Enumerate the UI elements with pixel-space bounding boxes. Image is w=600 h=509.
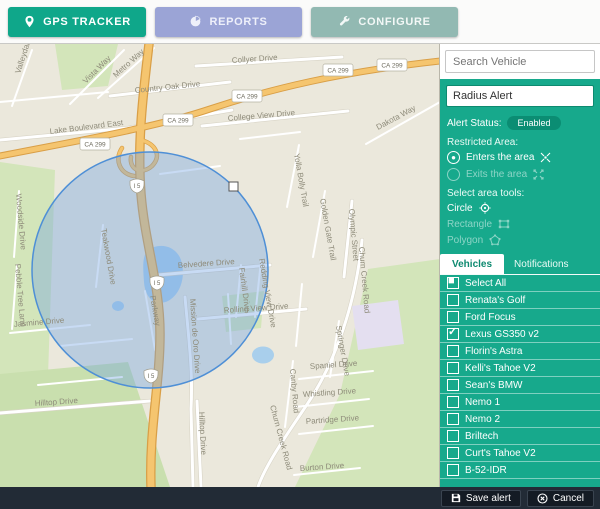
configure-button[interactable]: CONFIGURE: [311, 7, 458, 37]
vehicle-row[interactable]: Briltech: [440, 428, 600, 445]
alert-status-badge[interactable]: Enabled: [507, 116, 560, 130]
alert-panel: Alert Status: Enabled Restricted Area: ●…: [440, 79, 600, 487]
vehicle-row[interactable]: Nemo 1: [440, 394, 600, 411]
rectangle-tool-label: Rectangle: [447, 219, 492, 230]
enters-area-option[interactable]: ● Enters the area: [440, 149, 600, 166]
save-alert-label: Save alert: [466, 493, 511, 504]
tab-vehicles[interactable]: Vehicles: [440, 254, 504, 274]
vehicle-checkbox[interactable]: [447, 396, 459, 408]
vehicle-row[interactable]: Ford Focus: [440, 309, 600, 326]
alert-status-label: Alert Status:: [447, 118, 501, 129]
circle-tool-icon: [479, 202, 491, 214]
vehicle-row[interactable]: ✓ Lexus GS350 v2: [440, 326, 600, 343]
i5-shield: I 5: [148, 374, 155, 380]
circle-resize-handle[interactable]: [229, 182, 238, 191]
map-canvas[interactable]: Valleydale Drive Vista Way Metro Way Cou…: [0, 44, 440, 487]
map-commercial-zone: [352, 300, 404, 350]
configure-wrench-icon: [338, 15, 351, 28]
cancel-label: Cancel: [553, 493, 584, 504]
i5-shield: I 5: [154, 281, 161, 287]
vehicle-row[interactable]: Florin's Astra: [440, 343, 600, 360]
vehicle-name: Ford Focus: [465, 312, 516, 323]
vehicle-checkbox[interactable]: [447, 379, 459, 391]
ca299-shield: CA 299: [84, 142, 106, 149]
vehicle-checkbox[interactable]: [447, 447, 459, 459]
vehicle-name: Curt's Tahoe V2: [465, 448, 536, 459]
vehicle-row[interactable]: Sean's BMW: [440, 377, 600, 394]
vehicle-name: Briltech: [465, 431, 498, 442]
vehicle-name: Sean's BMW: [465, 380, 522, 391]
enters-area-radio[interactable]: ●: [447, 151, 460, 164]
ca299-shield: CA 299: [381, 63, 403, 70]
vehicle-checkbox[interactable]: [447, 311, 459, 323]
sidebar-tabs: Vehicles Notifications: [440, 254, 600, 275]
vehicle-checkbox[interactable]: [447, 294, 459, 306]
vehicle-checkbox[interactable]: [447, 345, 459, 357]
vehicle-list: ■ Select All Renata's Golf Ford Focus ✓ …: [440, 275, 600, 479]
exits-area-option[interactable]: Exits the area: [440, 166, 600, 183]
ca299-shield: CA 299: [327, 68, 349, 75]
vehicle-checkbox[interactable]: [447, 413, 459, 425]
vehicle-row[interactable]: Nemo 2: [440, 411, 600, 428]
polygon-tool-icon: [489, 234, 501, 246]
gps-tracker-app: GPS TRACKER REPORTS CONFIGURE: [0, 0, 600, 509]
vehicle-row[interactable]: Kelli's Tahoe V2: [440, 360, 600, 377]
footer-bar: Save alert Cancel: [0, 487, 600, 509]
map-svg: Valleydale Drive Vista Way Metro Way Cou…: [0, 44, 440, 487]
vehicle-name: Renata's Golf: [465, 295, 525, 306]
cancel-button[interactable]: Cancel: [527, 490, 594, 507]
vehicle-checkbox[interactable]: ✓: [447, 328, 459, 340]
select-all-row[interactable]: ■ Select All: [440, 275, 600, 292]
vehicle-name: Kelli's Tahoe V2: [465, 363, 536, 374]
exits-area-label: Exits the area: [466, 169, 527, 180]
select-all-checkbox[interactable]: ■: [447, 277, 459, 289]
gps-pin-icon: [23, 15, 36, 28]
vehicle-name: Florin's Astra: [465, 346, 522, 357]
ca299-shield: CA 299: [167, 118, 189, 125]
tab-notifications[interactable]: Notifications: [504, 254, 578, 274]
save-icon: [451, 493, 461, 503]
alert-name-input[interactable]: [446, 85, 594, 107]
select-all-label: Select All: [465, 278, 506, 289]
vehicle-name: Lexus GS350 v2: [465, 329, 539, 340]
exits-area-radio[interactable]: [447, 168, 460, 181]
reports-label: REPORTS: [209, 16, 267, 28]
polygon-tool[interactable]: Polygon: [440, 232, 600, 248]
vehicle-checkbox[interactable]: [447, 430, 459, 442]
vehicle-checkbox[interactable]: [447, 464, 459, 476]
circle-tool-label: Circle: [447, 203, 473, 214]
vehicle-row[interactable]: Curt's Tahoe V2: [440, 445, 600, 462]
vehicle-name: B-52-IDR: [465, 465, 507, 476]
exit-area-icon: [533, 169, 544, 180]
search-input[interactable]: [445, 50, 595, 73]
rectangle-tool[interactable]: Rectangle: [440, 216, 600, 232]
sidebar: Alert Status: Enabled Restricted Area: ●…: [440, 44, 600, 487]
gps-tracker-button[interactable]: GPS TRACKER: [8, 7, 146, 37]
restricted-area-label: Restricted Area:: [440, 132, 600, 149]
configure-label: CONFIGURE: [358, 16, 430, 28]
ca299-shield: CA 299: [236, 94, 258, 101]
cancel-icon: [537, 493, 548, 504]
top-toolbar: GPS TRACKER REPORTS CONFIGURE: [0, 0, 600, 44]
i5-shield: I 5: [134, 184, 141, 190]
reports-icon: [189, 15, 202, 28]
vehicle-name: Nemo 1: [465, 397, 500, 408]
alert-status-row: Alert Status: Enabled: [440, 113, 600, 132]
gps-tracker-label: GPS TRACKER: [43, 16, 131, 28]
enters-area-label: Enters the area: [466, 152, 534, 163]
vehicle-checkbox[interactable]: [447, 362, 459, 374]
vehicle-name: Nemo 2: [465, 414, 500, 425]
search-area: [440, 44, 600, 78]
polygon-tool-label: Polygon: [447, 235, 483, 246]
save-alert-button[interactable]: Save alert: [441, 490, 521, 507]
circle-tool[interactable]: Circle: [440, 200, 600, 216]
rectangle-tool-icon: [498, 218, 510, 230]
vehicle-row[interactable]: B-52-IDR: [440, 462, 600, 479]
area-tools-label: Select area tools:: [440, 183, 600, 200]
enter-area-icon: [540, 152, 551, 163]
vehicle-row[interactable]: Renata's Golf: [440, 292, 600, 309]
reports-button[interactable]: REPORTS: [155, 7, 302, 37]
